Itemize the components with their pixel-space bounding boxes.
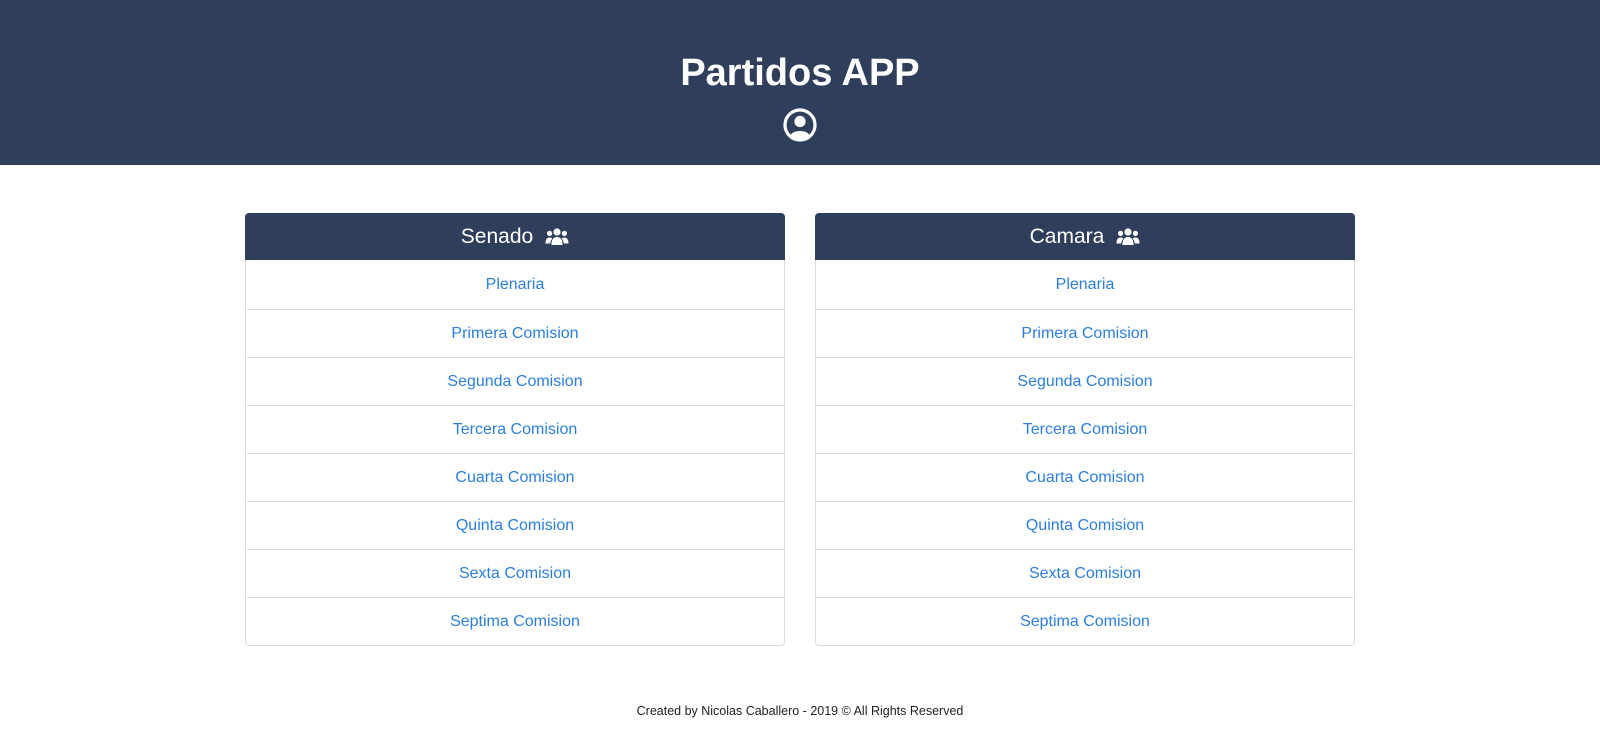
senado-link-tercera-comision[interactable]: Tercera Comision bbox=[453, 421, 577, 439]
camara-link-quinta-comision[interactable]: Quinta Comision bbox=[1026, 517, 1144, 535]
camara-list: Plenaria Primera Comision Segunda Comisi… bbox=[815, 260, 1355, 646]
camara-link-plenaria[interactable]: Plenaria bbox=[1056, 276, 1115, 294]
users-icon bbox=[1116, 227, 1140, 245]
page-title: Partidos APP bbox=[680, 52, 920, 94]
senado-card-header: Senado bbox=[245, 213, 785, 260]
camara-link-segunda-comision[interactable]: Segunda Comision bbox=[1017, 373, 1152, 391]
camara-link-primera-comision[interactable]: Primera Comision bbox=[1021, 325, 1148, 343]
users-icon bbox=[545, 227, 569, 245]
user-circle-icon[interactable] bbox=[783, 108, 817, 142]
footer-text: Created by Nicolas Caballero - 2019 © Al… bbox=[636, 704, 964, 718]
list-item: Septima Comision bbox=[816, 597, 1354, 645]
camara-link-cuarta-comision[interactable]: Cuarta Comision bbox=[1025, 469, 1144, 487]
senado-list: Plenaria Primera Comision Segunda Comisi… bbox=[245, 260, 785, 646]
chamber-columns: Senado Plenaria Primera Comision Segunda… bbox=[245, 213, 1355, 653]
camara-link-septima-comision[interactable]: Septima Comision bbox=[1020, 613, 1150, 631]
senado-link-segunda-comision[interactable]: Segunda Comision bbox=[447, 373, 582, 391]
senado-link-sexta-comision[interactable]: Sexta Comision bbox=[459, 565, 571, 583]
list-item: Primera Comision bbox=[246, 309, 784, 357]
list-item: Tercera Comision bbox=[816, 405, 1354, 453]
list-item: Septima Comision bbox=[246, 597, 784, 645]
list-item: Sexta Comision bbox=[816, 549, 1354, 597]
senado-link-cuarta-comision[interactable]: Cuarta Comision bbox=[455, 469, 574, 487]
list-item: Plenaria bbox=[816, 260, 1354, 309]
camara-link-tercera-comision[interactable]: Tercera Comision bbox=[1023, 421, 1147, 439]
senado-card: Senado Plenaria Primera Comision Segunda… bbox=[245, 213, 785, 646]
camara-card: Camara Plenaria Primera Comision Segunda… bbox=[815, 213, 1355, 646]
list-item: Plenaria bbox=[246, 260, 784, 309]
camara-link-sexta-comision[interactable]: Sexta Comision bbox=[1029, 565, 1141, 583]
list-item: Tercera Comision bbox=[246, 405, 784, 453]
list-item: Quinta Comision bbox=[816, 501, 1354, 549]
list-item: Quinta Comision bbox=[246, 501, 784, 549]
list-item: Sexta Comision bbox=[246, 549, 784, 597]
camara-card-header: Camara bbox=[815, 213, 1355, 260]
list-item: Segunda Comision bbox=[246, 357, 784, 405]
list-item: Cuarta Comision bbox=[246, 453, 784, 501]
senado-link-quinta-comision[interactable]: Quinta Comision bbox=[456, 517, 574, 535]
senado-link-septima-comision[interactable]: Septima Comision bbox=[450, 613, 580, 631]
senado-link-plenaria[interactable]: Plenaria bbox=[486, 276, 545, 294]
senado-link-primera-comision[interactable]: Primera Comision bbox=[451, 325, 578, 343]
senado-title: Senado bbox=[460, 224, 534, 248]
list-item: Cuarta Comision bbox=[816, 453, 1354, 501]
list-item: Primera Comision bbox=[816, 309, 1354, 357]
app-header: Partidos APP bbox=[0, 0, 1600, 165]
list-item: Segunda Comision bbox=[816, 357, 1354, 405]
camara-title: Camara bbox=[1029, 224, 1105, 248]
